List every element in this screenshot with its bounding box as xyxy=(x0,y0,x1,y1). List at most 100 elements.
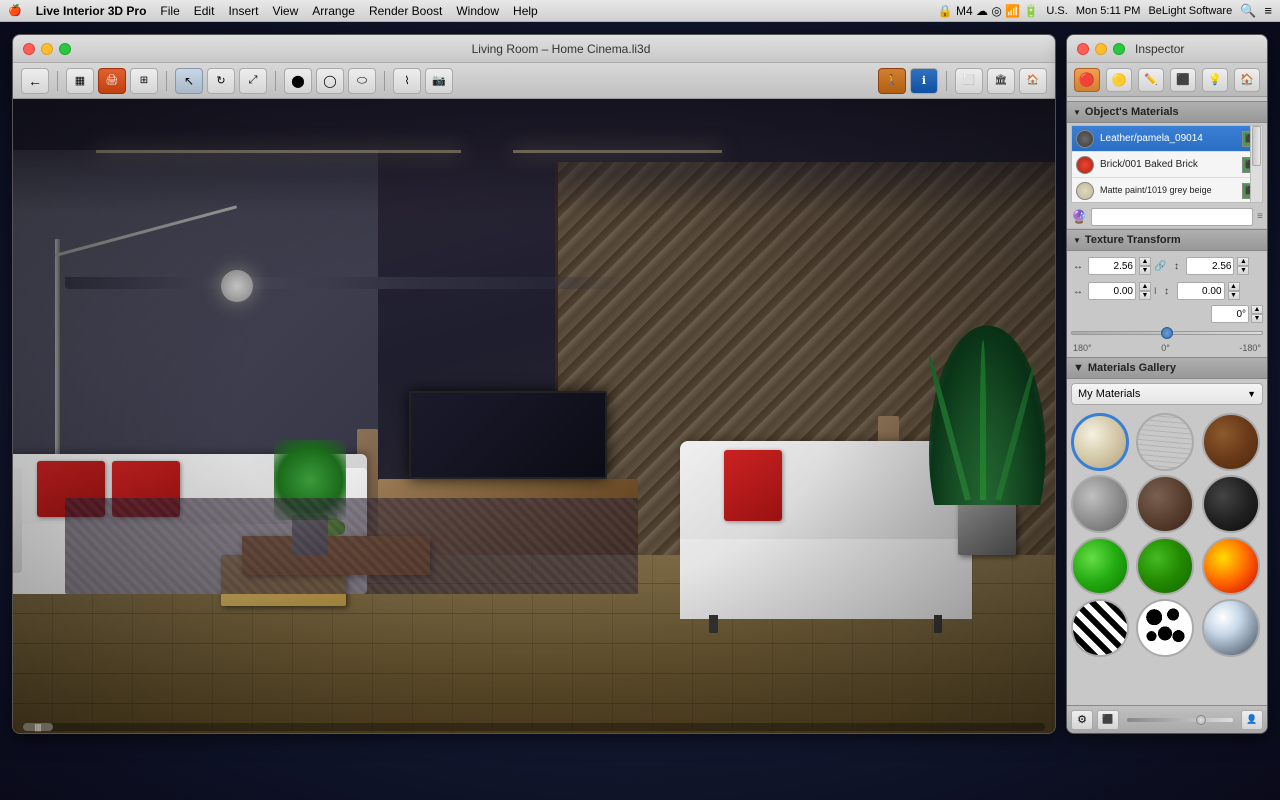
camera-button[interactable]: 📷 xyxy=(425,68,453,94)
list-options-icon[interactable]: ≡ xyxy=(1257,211,1263,222)
inspector-settings-button[interactable]: ⚙ xyxy=(1071,710,1093,730)
scale-x-down[interactable]: ▼ xyxy=(1139,266,1151,275)
material-item-leather[interactable]: Leather/pamela_09014 ⬛ xyxy=(1072,126,1262,152)
offset-x-input[interactable] xyxy=(1088,282,1136,300)
scale-x-up[interactable]: ▲ xyxy=(1139,257,1151,266)
wall-view-button[interactable]: ⬜ xyxy=(955,68,983,94)
gallery-sphere-metal-dark[interactable] xyxy=(1136,475,1194,533)
tab-light[interactable]: 💡 xyxy=(1202,68,1228,92)
rotation-down[interactable]: ▼ xyxy=(1251,314,1263,323)
walk-button[interactable]: 🚶 xyxy=(878,68,906,94)
scale-y-down[interactable]: ▼ xyxy=(1237,266,1249,275)
tab-texture[interactable]: ⬛ xyxy=(1170,68,1196,92)
menu-insert[interactable]: Insert xyxy=(228,4,258,18)
room-scene xyxy=(13,99,1055,733)
offset-x-down[interactable]: ▼ xyxy=(1139,291,1151,300)
viewport-scrollbar[interactable]: ||| xyxy=(23,723,1045,731)
rotate-button[interactable]: ↻ xyxy=(207,68,235,94)
offset-y-label: ↕ xyxy=(1160,286,1174,297)
rotation-label-left: 180° xyxy=(1073,343,1092,353)
inspector-zoom-slider[interactable] xyxy=(1127,718,1233,722)
cylinder-button[interactable]: ⬭ xyxy=(348,68,376,94)
offset-y-stepper: ▲ ▼ xyxy=(1228,282,1240,300)
wand-icon[interactable]: 🔮 xyxy=(1071,209,1087,225)
menu-render-boost[interactable]: Render Boost xyxy=(369,4,442,18)
rotation-slider-labels: 180° 0° -180° xyxy=(1071,343,1263,353)
close-button[interactable] xyxy=(23,43,35,55)
scale-y-up[interactable]: ▲ xyxy=(1237,257,1249,266)
info-button[interactable]: ℹ xyxy=(910,68,938,94)
materials-gallery-label: Materials Gallery xyxy=(1088,362,1176,374)
inspector-action-button[interactable]: ⬛ xyxy=(1097,710,1119,730)
offset-x-up[interactable]: ▲ xyxy=(1139,282,1151,291)
rotation-up[interactable]: ▲ xyxy=(1251,305,1263,314)
gallery-sphere-wood[interactable] xyxy=(1136,413,1194,471)
main-container: Living Room – Home Cinema.li3d ← ▦ 🖨 ⊞ ↖… xyxy=(0,22,1280,800)
select-button[interactable]: ↖ xyxy=(175,68,203,94)
gallery-sphere-fire[interactable] xyxy=(1202,537,1260,595)
apple-menu[interactable]: 🍎 xyxy=(8,4,22,17)
inspector-minimize-button[interactable] xyxy=(1095,43,1107,55)
menu-icon[interactable]: ≡ xyxy=(1264,3,1272,18)
rotation-input[interactable] xyxy=(1211,305,1249,323)
gallery-sphere-metal-light[interactable] xyxy=(1071,475,1129,533)
ring-button[interactable]: ◯ xyxy=(316,68,344,94)
offset-y-input[interactable] xyxy=(1177,282,1225,300)
gallery-sphere-green-bright[interactable] xyxy=(1071,537,1129,595)
scale-x-input[interactable] xyxy=(1088,257,1136,275)
gallery-sphere-brown[interactable] xyxy=(1202,413,1260,471)
exterior-view-button[interactable]: 🏠 xyxy=(1019,68,1047,94)
menu-file[interactable]: File xyxy=(160,4,179,18)
gallery-sphere-zebra[interactable] xyxy=(1071,599,1129,657)
gallery-dropdown[interactable]: My Materials ▼ xyxy=(1071,383,1263,405)
offset-x-label: ↔ xyxy=(1071,286,1085,297)
gallery-sphere-chrome[interactable] xyxy=(1202,599,1260,657)
menu-window[interactable]: Window xyxy=(456,4,499,18)
separator-3 xyxy=(275,71,276,91)
tab-object[interactable]: 🟡 xyxy=(1106,68,1132,92)
gallery-sphere-black[interactable] xyxy=(1202,475,1260,533)
gallery-sphere-green-dark[interactable] xyxy=(1136,537,1194,595)
offset-y-down[interactable]: ▼ xyxy=(1228,291,1240,300)
rotation-slider-thumb[interactable] xyxy=(1161,327,1173,339)
search-icon[interactable]: 🔍 xyxy=(1240,3,1256,19)
offset-y-up[interactable]: ▲ xyxy=(1228,282,1240,291)
material-name-brick: Brick/001 Baked Brick xyxy=(1100,159,1198,170)
zoom-slider-thumb[interactable] xyxy=(1196,715,1206,725)
main-toolbar: ← ▦ 🖨 ⊞ ↖ ↻ ⤢ ⬤ ◯ ⬭ ⌇ 📷 🚶 ℹ ⬜ 🏛 🏠 xyxy=(13,63,1055,99)
window-titlebar: Living Room – Home Cinema.li3d xyxy=(13,35,1055,63)
gallery-sphere-cream[interactable] xyxy=(1071,413,1129,471)
material-search-input[interactable] xyxy=(1091,208,1253,226)
menu-edit[interactable]: Edit xyxy=(194,4,215,18)
move-button[interactable]: ⤢ xyxy=(239,68,267,94)
back-button[interactable]: ← xyxy=(21,68,49,94)
minimize-button[interactable] xyxy=(41,43,53,55)
maximize-button[interactable] xyxy=(59,43,71,55)
materials-scrollbar[interactable] xyxy=(1250,126,1262,202)
inspector-view-button[interactable]: 👤 xyxy=(1241,710,1263,730)
render-button[interactable]: 🖨 xyxy=(98,68,126,94)
sphere-button[interactable]: ⬤ xyxy=(284,68,312,94)
menu-arrange[interactable]: Arrange xyxy=(312,4,355,18)
separator-5 xyxy=(946,71,947,91)
app-name: Live Interior 3D Pro xyxy=(36,4,147,18)
material-item-matte[interactable]: Matte paint/1019 grey beige ⬛ xyxy=(1072,178,1262,203)
armchair xyxy=(680,441,972,619)
interior-view-button[interactable]: 🏛 xyxy=(987,68,1015,94)
material-item-brick[interactable]: Brick/001 Baked Brick ⬛ xyxy=(1072,152,1262,178)
gallery-sphere-spots[interactable] xyxy=(1136,599,1194,657)
inspector-maximize-button[interactable] xyxy=(1113,43,1125,55)
materials-scrollbar-thumb[interactable] xyxy=(1252,126,1261,166)
offset-x-stepper: ▲ ▼ xyxy=(1139,282,1151,300)
floorplan-button[interactable]: ▦ xyxy=(66,68,94,94)
inspector-close-button[interactable] xyxy=(1077,43,1089,55)
menu-help[interactable]: Help xyxy=(513,4,538,18)
viewport[interactable]: ||| xyxy=(13,99,1055,733)
measure-button[interactable]: ⌇ xyxy=(393,68,421,94)
view3d-button[interactable]: ⊞ xyxy=(130,68,158,94)
tab-materials[interactable]: 🔴 xyxy=(1074,68,1100,92)
menu-view[interactable]: View xyxy=(272,4,298,18)
scale-y-input[interactable] xyxy=(1186,257,1234,275)
tab-home[interactable]: 🏠 xyxy=(1234,68,1260,92)
tab-edit[interactable]: ✏️ xyxy=(1138,68,1164,92)
